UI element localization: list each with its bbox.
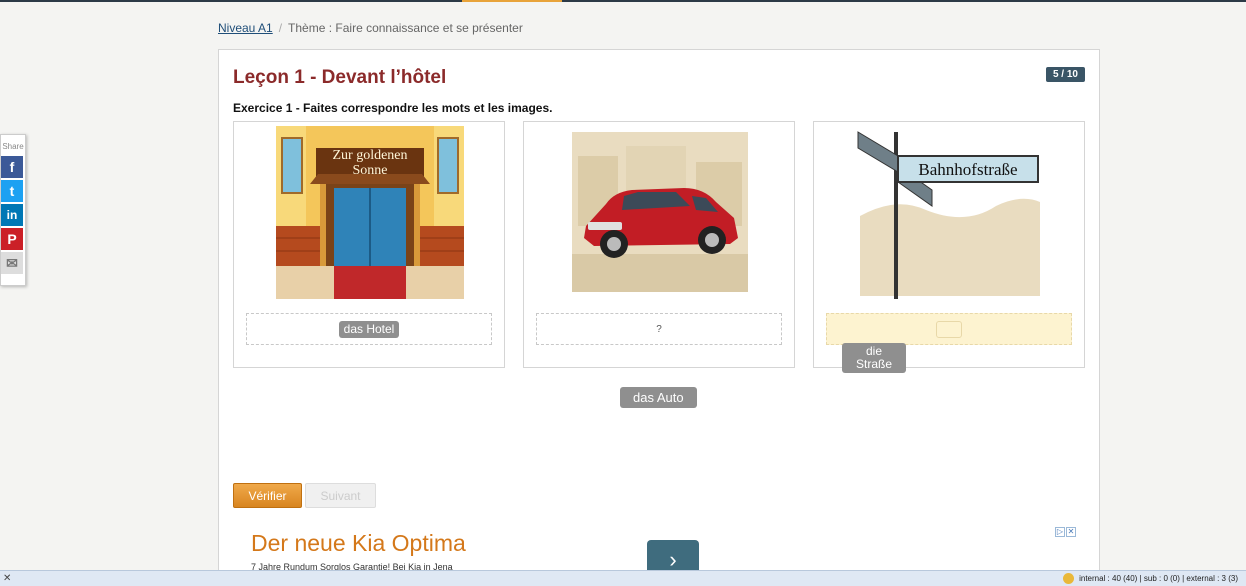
drop-zone-street[interactable] [826, 313, 1072, 345]
ad-title[interactable]: Der neue Kia Optima [251, 530, 466, 557]
word-tile-strasse-line1: die [865, 344, 882, 358]
hotel-image: Zur goldenen Sonne [276, 126, 464, 299]
top-bar [0, 0, 1246, 2]
street-sign-text: Bahnhofstraße [918, 160, 1017, 179]
lesson-panel: Leçon 1 - Devant l’hôtel 5 / 10 Exercice… [218, 49, 1100, 586]
status-link-counts: internal : 40 (40) | sub : 0 (0) | exter… [1079, 574, 1238, 583]
breadcrumb-level-link[interactable]: Niveau A1 [218, 21, 273, 35]
twitter-icon[interactable]: t [1, 180, 23, 202]
progress-counter: 5 / 10 [1045, 67, 1085, 82]
verify-button[interactable]: Vérifier [233, 483, 302, 508]
card-car: ? [523, 121, 795, 368]
status-bar: ✕ internal : 40 (40) | sub : 0 (0) | ext… [0, 570, 1246, 586]
breadcrumb-theme: Thème : Faire connaissance et se présent… [288, 21, 523, 35]
card-street: Bahnhofstraße die Straße [813, 121, 1085, 373]
top-bar-accent [462, 0, 562, 2]
word-tile-strasse[interactable]: die Straße [842, 343, 906, 373]
ad-choices: ▷ ✕ [1055, 527, 1076, 537]
share-label: Share [2, 142, 24, 151]
facebook-icon[interactable]: f [1, 156, 23, 178]
drop-placeholder [936, 320, 962, 338]
word-tile-strasse-line2: Straße [855, 357, 892, 371]
status-close-icon[interactable]: ✕ [3, 573, 11, 584]
drop-zone-hotel[interactable]: das Hotel [246, 313, 492, 345]
hotel-sign-line1: Zur goldenen [332, 148, 407, 163]
word-tile-auto[interactable]: das Auto [620, 387, 697, 408]
linkedin-icon[interactable]: in [1, 204, 23, 226]
email-icon[interactable]: ✉ [1, 252, 23, 274]
exercise-instruction: Exercice 1 - Faites correspondre les mot… [233, 101, 553, 115]
ad-close-icon[interactable]: ✕ [1066, 527, 1076, 537]
breadcrumb-separator: / [278, 21, 283, 35]
share-bar: Share f t in P ✉ [0, 134, 26, 286]
card-hotel: Zur goldenen Sonne das Hotel [233, 121, 505, 368]
drop-zone-car[interactable]: ? [536, 313, 782, 345]
pinterest-icon[interactable]: P [1, 228, 23, 250]
adchoices-icon[interactable]: ▷ [1055, 527, 1065, 537]
breadcrumb: Niveau A1 / Thème : Faire connaissance et … [218, 21, 523, 35]
word-tile-hotel[interactable]: das Hotel [338, 320, 400, 338]
lesson-title: Leçon 1 - Devant l’hôtel [233, 67, 447, 88]
status-indicator-icon [1063, 573, 1074, 584]
next-button[interactable]: Suivant [305, 483, 376, 508]
car-image [566, 126, 754, 299]
hotel-sign-line2: Sonne [353, 163, 388, 178]
street-sign-image: Bahnhofstraße [856, 126, 1044, 299]
